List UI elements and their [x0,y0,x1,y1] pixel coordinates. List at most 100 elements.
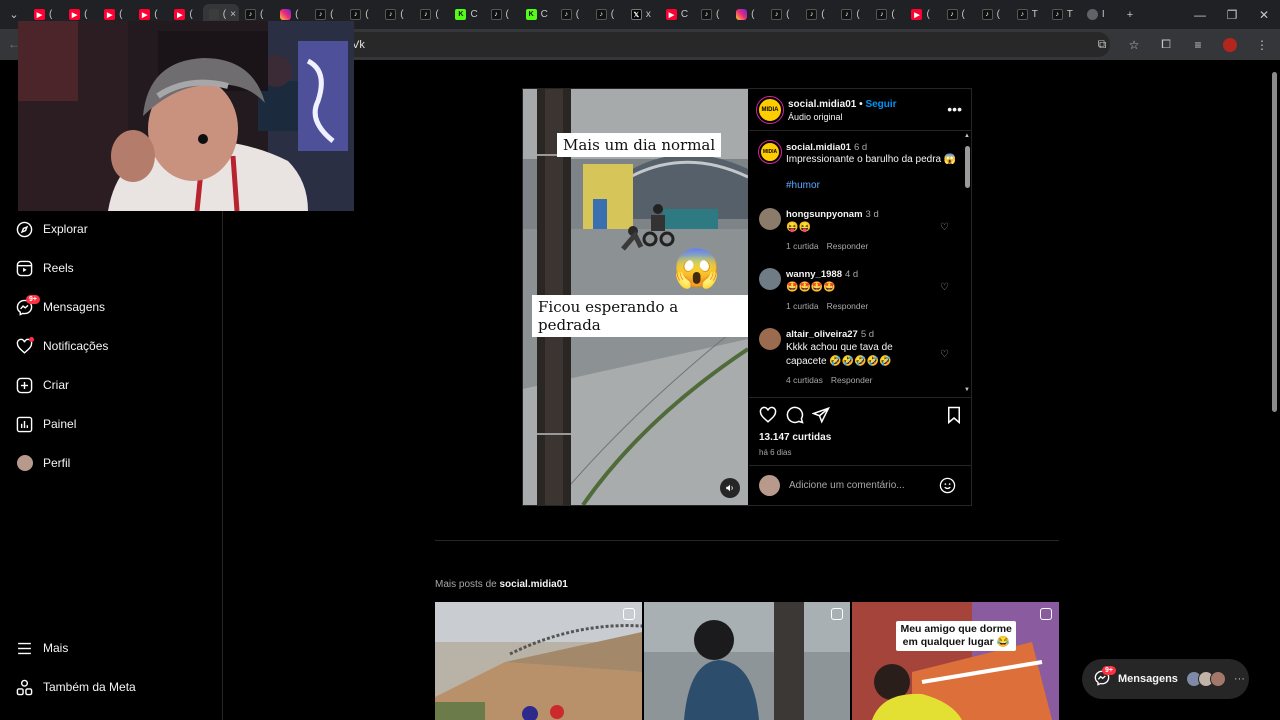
reply-button[interactable]: Responder [827,301,869,311]
more-posts-prefix: Mais posts de [435,579,497,590]
comments-scrollbar[interactable]: ▲ ▼ [963,133,971,396]
browser-tab[interactable]: KC [520,4,555,26]
media-controls-icon[interactable]: ≡ [1188,35,1208,55]
bookmark-star-icon[interactable]: ☆ [1124,35,1144,55]
like-comment-icon[interactable]: ♡ [940,222,949,233]
page-scrollbar[interactable] [1270,62,1278,414]
nav-dashboard[interactable]: Painel [16,413,76,435]
comment-username[interactable]: altair_oliveira27 [786,329,858,340]
video-caption-bottom: Ficou esperando a pedrada [532,295,748,337]
nav-create[interactable]: Criar [16,374,69,396]
comments-scroll-thumb[interactable] [965,146,970,188]
minimize-button[interactable]: — [1184,0,1216,29]
browser-tab[interactable]: ♪( [765,4,800,26]
browser-tab[interactable]: ♪( [800,4,835,26]
browser-tab[interactable]: ♪( [976,4,1011,26]
browser-tab[interactable]: ♪( [485,4,520,26]
comment-username[interactable]: hongsunpyonam [786,209,863,220]
browser-tab[interactable]: ♪ T [1046,4,1081,26]
nav-more[interactable]: Mais [16,637,68,659]
blank-favicon-icon [209,9,219,20]
share-icon[interactable] [811,406,830,424]
window-controls: — ❐ ✕ [1184,0,1280,29]
browser-tab[interactable]: ♪( [941,4,976,26]
comment-likes[interactable]: 1 curtida [786,301,819,311]
nav-also-from-meta[interactable]: Também da Meta [16,676,136,698]
browser-tab[interactable]: ♪( [695,4,730,26]
browser-tab-label: T [1066,9,1073,20]
browser-tab[interactable]: I [1081,4,1116,26]
browser-tab[interactable]: ▶( [905,4,940,26]
nav-explore[interactable]: Explorar [16,218,88,240]
comment-icon[interactable] [786,406,804,424]
extensions-icon[interactable]: ⧠ [1156,35,1176,55]
comment-username-line: wanny_1988 4 d [786,269,858,280]
browser-tab[interactable]: ♪ T [1011,4,1046,26]
globe-favicon-icon [1086,9,1098,20]
grid-post-tile[interactable] [643,602,851,720]
comment-avatar[interactable] [759,208,781,230]
reply-button[interactable]: Responder [827,241,869,251]
author-avatar[interactable]: MIDIA [756,96,784,124]
likes-count[interactable]: 13.147 curtidas [759,432,831,443]
comment-avatar[interactable] [759,268,781,290]
current-user-avatar [759,475,780,496]
scroll-up-arrow[interactable]: ▲ [964,133,970,139]
comment-likes[interactable]: 4 curtidas [786,375,823,385]
messages-more-icon: ··· [1233,673,1245,685]
browser-tab[interactable]: 𝕏x [625,4,660,26]
close-window-button[interactable]: ✕ [1248,0,1280,29]
browser-tab[interactable]: ♪( [590,4,625,26]
browser-tab[interactable]: ▶ C [660,4,695,26]
more-posts-user[interactable]: social.midia01 [499,579,567,590]
original-audio-link[interactable]: Áudio original [788,112,843,122]
reel-video[interactable]: Mais um dia normal 😱 Ficou esperando a p… [523,89,748,505]
browser-tab[interactable]: ♪( [555,4,590,26]
install-app-icon[interactable]: ⧉ [1092,35,1112,55]
messages-floating-button[interactable]: 9+ Mensagens ··· [1082,659,1249,699]
browser-tab[interactable]: ♪( [414,4,449,26]
browser-tab[interactable]: KC [449,4,484,26]
nav-notifications[interactable]: Notificações [16,335,108,357]
comment-avatar[interactable] [759,328,781,350]
reply-button[interactable]: Responder [831,375,873,385]
save-bookmark-icon[interactable] [945,406,963,425]
grid-post-tile[interactable] [435,602,642,720]
reel-tile-icon [622,608,635,620]
comment-likes[interactable]: 1 curtida [786,241,819,251]
add-comment-input[interactable]: Adicione um comentário... [789,480,905,491]
more-options-icon[interactable]: ••• [947,101,962,117]
nav-profile[interactable]: Perfil [16,452,70,474]
browser-tab[interactable]: ♪( [835,4,870,26]
author-username[interactable]: social.midia01 [788,99,856,110]
nav-messages[interactable]: 9+ Mensagens [16,294,105,318]
close-tab-icon[interactable]: × [230,9,236,20]
comment-username[interactable]: wanny_1988 [786,269,842,280]
browser-tab[interactable]: ♪( [870,4,905,26]
browser-tab-label: ( [961,9,965,20]
nav-reels[interactable]: Reels [16,257,74,279]
browser-tab[interactable]: ( [730,4,765,26]
grid-post-tile[interactable]: Meu amigo que dorme em qualquer lugar 😂 [852,602,1059,720]
address-bar[interactable]: Vk [340,32,1110,57]
notification-dot [29,336,34,342]
browser-tab[interactable]: ♪( [379,4,414,26]
like-icon[interactable] [759,406,777,424]
restore-button[interactable]: ❐ [1216,0,1248,29]
page-scroll-thumb[interactable] [1272,72,1277,412]
hashtag-link[interactable]: #humor [786,179,936,193]
menu-kebab-icon[interactable]: ⋮ [1252,35,1272,55]
caption-avatar[interactable]: MIDIA [758,140,782,164]
scroll-down-arrow[interactable]: ▼ [964,387,970,393]
profile-avatar[interactable] [1220,35,1240,55]
new-tab-button[interactable]: + [1116,0,1144,29]
nav-reels-label: Reels [43,261,74,275]
caption-username[interactable]: social.midia01 [786,142,851,153]
follow-button[interactable]: Seguir [865,99,896,110]
emoji-picker-icon[interactable] [939,477,956,494]
like-comment-icon[interactable]: ♡ [940,349,949,360]
tiktok-favicon-icon: ♪ [1016,9,1028,20]
like-comment-icon[interactable]: ♡ [940,282,949,293]
mute-button[interactable] [720,478,740,498]
webcam-overlay [18,21,354,211]
